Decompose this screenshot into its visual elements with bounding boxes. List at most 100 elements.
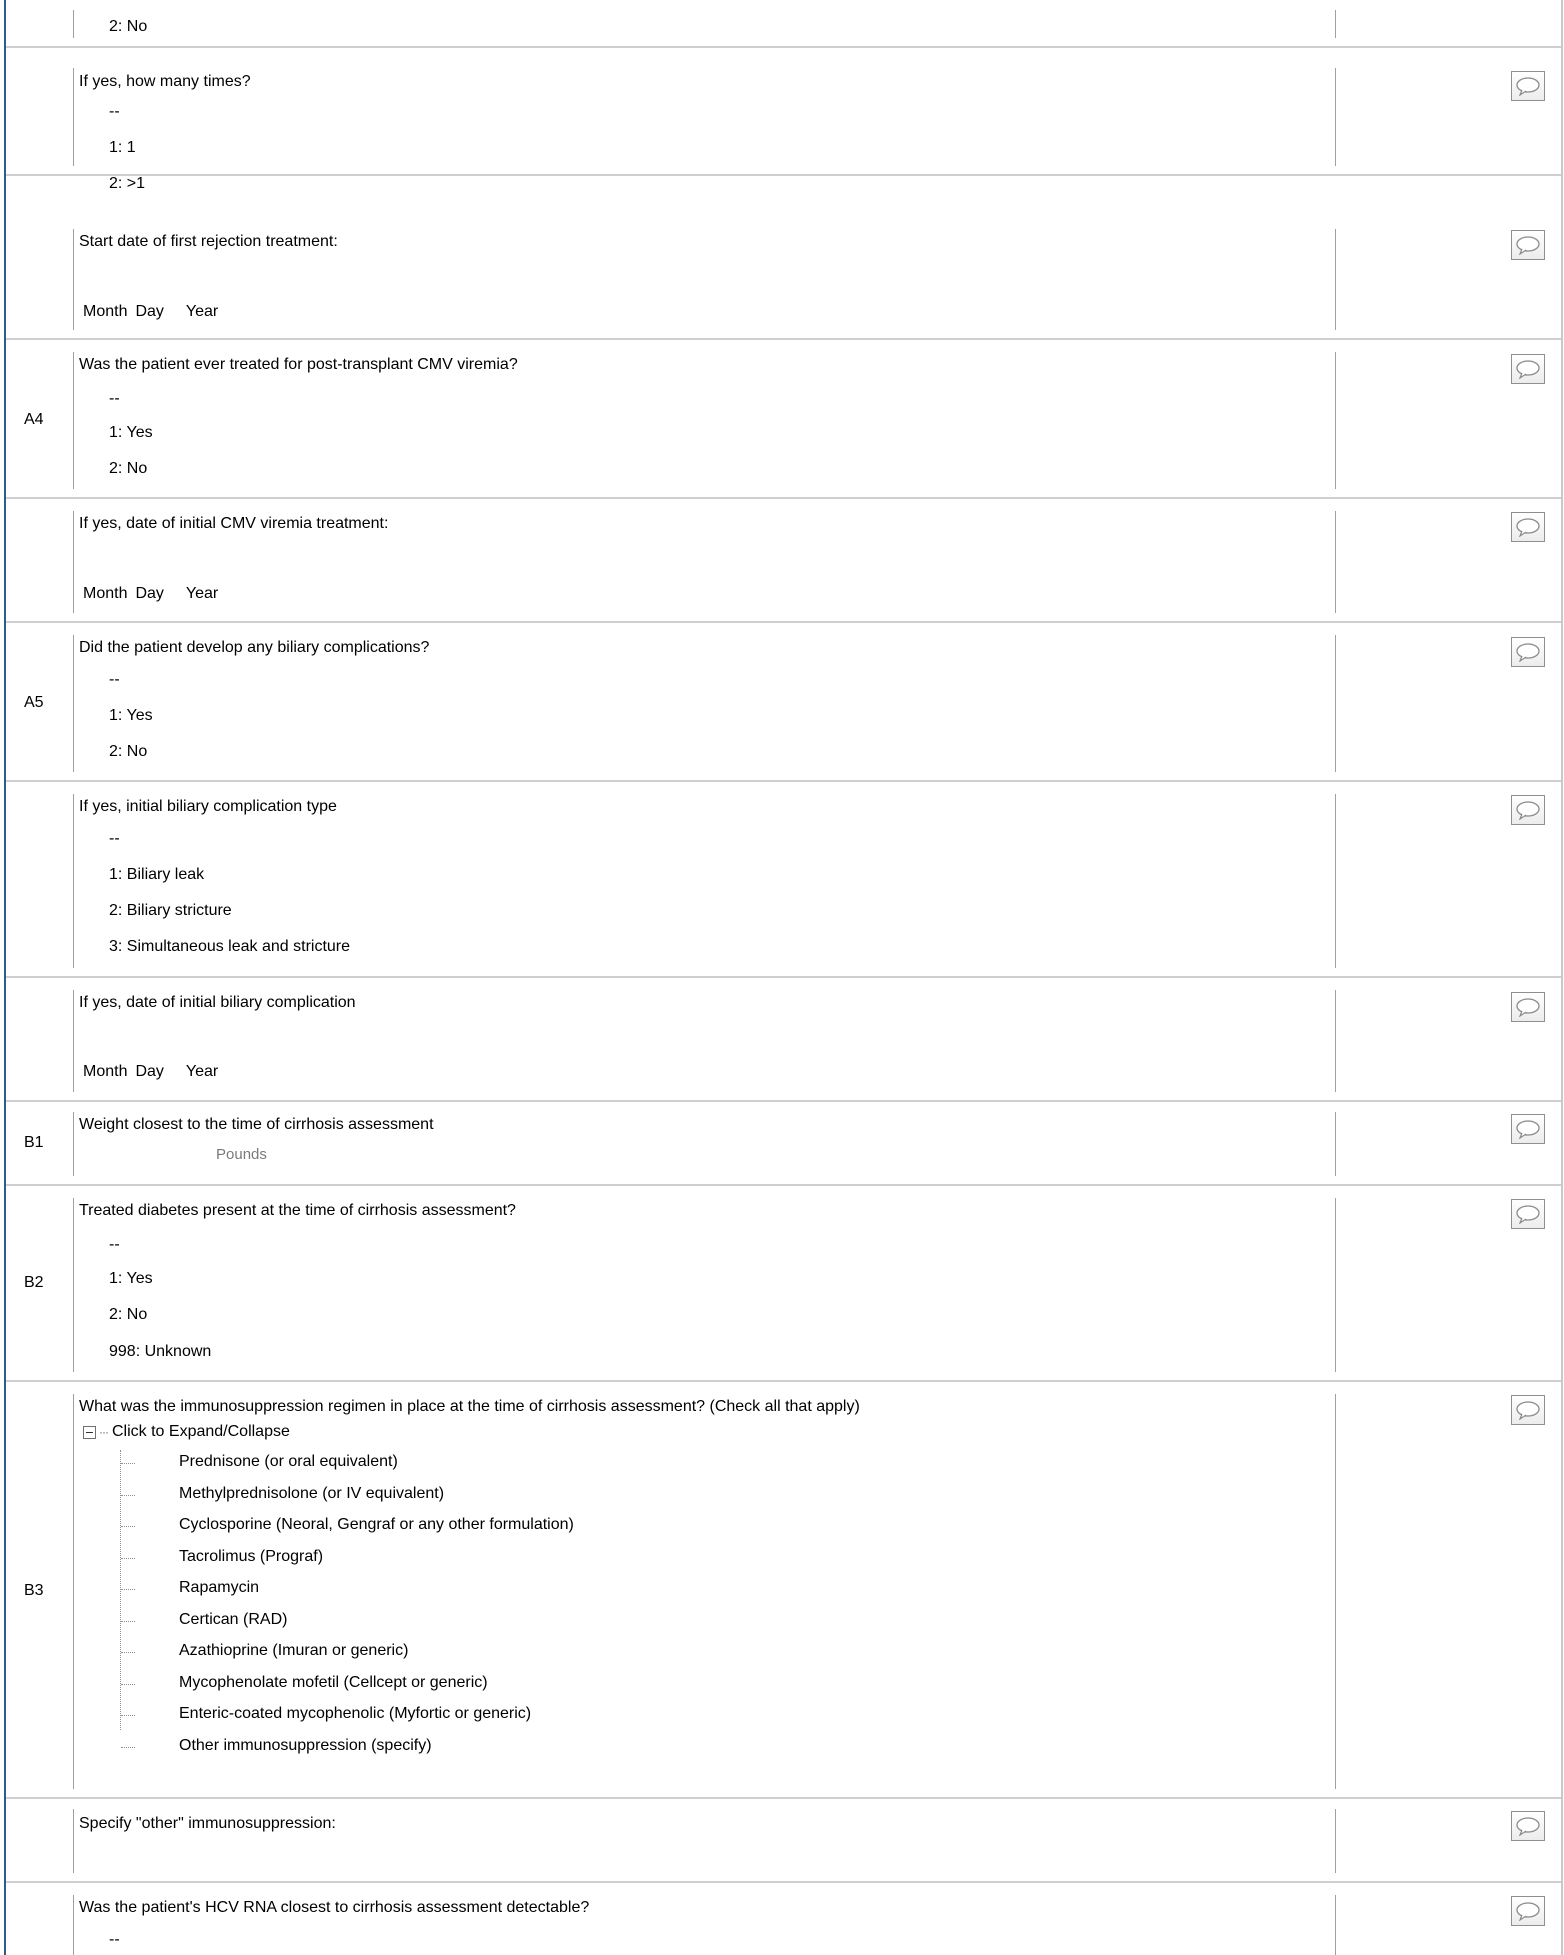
form-row: If yes, date of initial biliary complica…	[6, 978, 1561, 1102]
form-row: A4 Was the patient ever treated for post…	[6, 340, 1561, 499]
date-labels: Month Day Year	[83, 585, 226, 603]
form-row: B3 What was the immunosuppression regime…	[6, 1382, 1561, 1799]
date-labels: Month Day Year	[83, 1063, 226, 1081]
comment-button[interactable]	[1511, 1811, 1545, 1841]
immunosuppression-option[interactable]: Other immunosuppression (specify)	[179, 1737, 432, 1755]
option-label[interactable]: 1: Yes	[109, 707, 153, 725]
tree-connector	[121, 1463, 135, 1464]
year-label: Year	[185, 303, 219, 320]
comment-button[interactable]	[1511, 1199, 1545, 1229]
speech-bubble-icon	[1516, 1120, 1540, 1139]
immunosuppression-option[interactable]: Certican (RAD)	[179, 1611, 287, 1629]
option-label[interactable]: 2: No	[109, 18, 147, 36]
immunosuppression-option[interactable]: Mycophenolate mofetil (Cellcept or gener…	[179, 1674, 488, 1692]
date-labels: Month Day Year	[83, 303, 226, 321]
month-label: Month	[83, 585, 128, 602]
question-text: Was the patient ever treated for post-tr…	[79, 356, 518, 373]
tree-connector	[121, 1526, 135, 1527]
comment-button[interactable]	[1511, 512, 1545, 542]
column-divider	[73, 10, 74, 38]
tree-connector: ···	[99, 1425, 109, 1439]
option-label[interactable]: 2: >1	[109, 175, 145, 193]
comment-button[interactable]	[1511, 71, 1545, 101]
column-divider	[73, 635, 74, 772]
comment-button[interactable]	[1511, 1896, 1545, 1926]
column-divider	[1335, 1394, 1336, 1789]
tree-connector	[121, 1715, 135, 1716]
option-label[interactable]: 2: No	[109, 743, 147, 761]
expand-collapse-toggle[interactable]: ··· Click to Expand/Collapse	[83, 1423, 290, 1441]
option-label[interactable]: 2: No	[109, 1306, 147, 1324]
form-row: If yes, how many times? -- 1: 1 2: >1	[6, 48, 1561, 192]
month-label: Month	[83, 1063, 128, 1080]
form-row: Was the patient's HCV RNA closest to cir…	[6, 1883, 1561, 1955]
speech-bubble-icon	[1516, 236, 1540, 255]
year-label: Year	[185, 585, 219, 602]
question-text: If yes, date of initial biliary complica…	[79, 994, 356, 1011]
option-label[interactable]: --	[109, 1931, 120, 1949]
column-divider	[73, 68, 74, 166]
option-label[interactable]: --	[109, 671, 120, 689]
comment-button[interactable]	[1511, 795, 1545, 825]
option-label[interactable]: 2: No	[109, 460, 147, 478]
option-label[interactable]: 1: Biliary leak	[109, 866, 204, 884]
speech-bubble-icon	[1516, 518, 1540, 537]
form-row: If yes, initial biliary complication typ…	[6, 782, 1561, 978]
immunosuppression-option[interactable]: Azathioprine (Imuran or generic)	[179, 1642, 408, 1660]
tree-connector	[121, 1494, 135, 1496]
question-text: Treated diabetes present at the time of …	[79, 1202, 516, 1219]
expander-label[interactable]: Click to Expand/Collapse	[112, 1423, 290, 1441]
form-row: 2: No	[6, 0, 1561, 48]
option-label[interactable]: 1: Yes	[109, 1270, 153, 1288]
tree-connector	[121, 1557, 135, 1559]
comment-button[interactable]	[1511, 1395, 1545, 1425]
speech-bubble-icon	[1516, 77, 1540, 96]
immunosuppression-option[interactable]: Cyclosporine (Neoral, Gengraf or any oth…	[179, 1516, 574, 1534]
column-divider	[73, 511, 74, 613]
option-label[interactable]: --	[109, 103, 120, 121]
tree-connector	[121, 1620, 135, 1622]
comment-button[interactable]	[1511, 354, 1545, 384]
comment-button[interactable]	[1511, 1114, 1545, 1144]
month-label: Month	[83, 303, 128, 320]
unit-label: Pounds	[216, 1146, 267, 1163]
column-divider	[1335, 1112, 1336, 1176]
column-divider	[1335, 10, 1336, 38]
column-divider	[1335, 229, 1336, 330]
column-divider	[1335, 635, 1336, 772]
option-label[interactable]: 2: Biliary stricture	[109, 902, 232, 920]
option-label[interactable]: --	[109, 1236, 120, 1254]
immunosuppression-option[interactable]: Methylprednisolone (or IV equivalent)	[179, 1485, 444, 1503]
comment-button[interactable]	[1511, 637, 1545, 667]
speech-bubble-icon	[1516, 360, 1540, 379]
question-id: A5	[24, 694, 44, 711]
immunosuppression-option[interactable]: Enteric-coated mycophenolic (Myfortic or…	[179, 1705, 531, 1723]
comment-button[interactable]	[1511, 992, 1545, 1022]
question-id: A4	[24, 411, 44, 428]
option-label[interactable]: --	[109, 390, 120, 408]
column-divider	[1335, 794, 1336, 968]
column-divider	[1335, 1809, 1336, 1873]
form-row: B1 Weight closest to the time of cirrhos…	[6, 1102, 1561, 1186]
option-label[interactable]: 998: Unknown	[109, 1343, 211, 1361]
immunosuppression-option[interactable]: Rapamycin	[179, 1579, 259, 1597]
option-label[interactable]: --	[109, 830, 120, 848]
immunosuppression-option[interactable]: Prednisone (or oral equivalent)	[179, 1453, 398, 1471]
speech-bubble-icon	[1516, 1817, 1540, 1836]
column-divider	[1335, 990, 1336, 1092]
option-label[interactable]: 3: Simultaneous leak and stricture	[109, 938, 350, 956]
day-label: Day	[135, 585, 164, 602]
option-label[interactable]: 1: Yes	[109, 424, 153, 442]
column-divider	[73, 794, 74, 968]
comment-button[interactable]	[1511, 230, 1545, 260]
column-divider	[1335, 1198, 1336, 1372]
option-label[interactable]: 1: 1	[109, 139, 136, 157]
column-divider	[1335, 352, 1336, 489]
immunosuppression-option[interactable]: Tacrolimus (Prograf)	[179, 1548, 323, 1566]
tree-connector	[121, 1683, 135, 1685]
question-text: Did the patient develop any biliary comp…	[79, 639, 430, 656]
minus-box-icon[interactable]	[83, 1425, 96, 1439]
question-text: Specify "other" immunosuppression:	[79, 1815, 336, 1832]
speech-bubble-icon	[1516, 1902, 1540, 1921]
question-text: If yes, initial biliary complication typ…	[79, 798, 337, 815]
